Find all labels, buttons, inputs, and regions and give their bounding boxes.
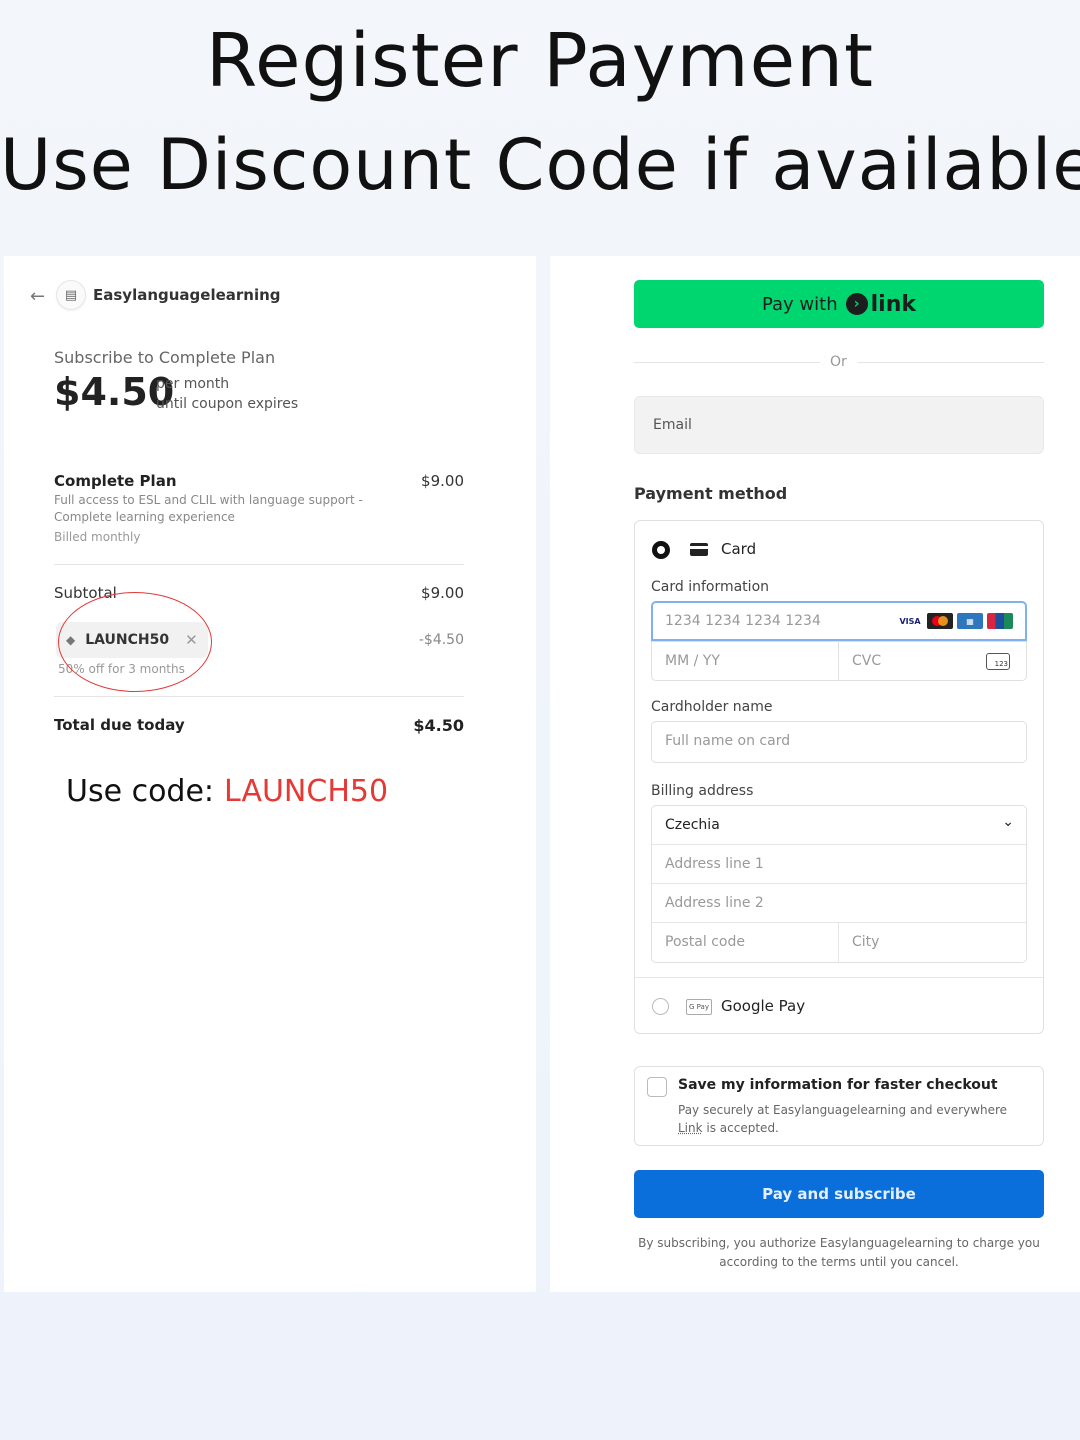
discount-value: -$4.50 <box>418 632 464 648</box>
terms-text: By subscribing, you authorize Easylangua… <box>638 1236 1040 1269</box>
card-number-input[interactable]: 1234 1234 1234 1234 VISA ▦ <box>651 601 1027 641</box>
line-item-description: Full access to ESL and CLIL with languag… <box>54 493 363 524</box>
country-select[interactable]: Czechia ⌄ <box>652 806 1026 845</box>
amex-icon: ▦ <box>957 613 983 629</box>
total-label: Total due today <box>54 716 185 734</box>
billing-label: Billing address <box>651 783 754 799</box>
subscribe-label: Subscribe to Complete Plan <box>54 348 276 367</box>
or-text: Or <box>830 354 847 370</box>
promo-label: Use code: <box>66 774 215 809</box>
card-brands: VISA ▦ <box>897 613 1013 629</box>
price-period: per month until coupon expires <box>156 374 298 414</box>
google-pay-label[interactable]: Google Pay <box>721 997 805 1015</box>
chevron-down-icon: ⌄ <box>1002 814 1014 830</box>
divider <box>54 696 464 697</box>
order-summary-panel: ← ▤ Easylanguagelearning Subscribe to Co… <box>4 256 536 1292</box>
google-pay-radio[interactable] <box>652 998 669 1015</box>
divider <box>838 923 839 962</box>
address-line2-input[interactable]: Address line 2 <box>652 884 1026 923</box>
email-field[interactable]: Email <box>634 396 1044 454</box>
address-line1-input[interactable]: Address line 1 <box>652 845 1026 884</box>
link-button-prefix: Pay with <box>761 293 838 315</box>
card-option-label[interactable]: Card <box>721 540 756 558</box>
cardholder-label: Cardholder name <box>651 699 773 715</box>
save-desc-text: Pay securely at Easylanguagelearning and… <box>678 1103 1008 1117</box>
arrow-right-icon: › <box>845 293 868 315</box>
cvc-placeholder: CVC <box>852 653 882 669</box>
credit-card-icon <box>690 543 708 556</box>
total-value: $4.50 <box>413 716 464 735</box>
address1-placeholder: Address line 1 <box>665 856 764 872</box>
cvc-card-icon: 123 <box>986 653 1010 670</box>
promo-callout: Use code: LAUNCH50 <box>66 774 388 809</box>
pay-with-link-button[interactable]: Pay with › link <box>634 280 1044 328</box>
expiry-input[interactable]: MM / YY <box>651 641 839 681</box>
page-subtitle: Use Discount Code if available <box>0 124 1080 206</box>
postal-code-input[interactable]: Postal code <box>665 934 745 950</box>
card-number-placeholder: 1234 1234 1234 1234 <box>665 613 821 629</box>
payment-panel: Pay with › link Or Email Payment method C… <box>550 256 1080 1292</box>
until-text: until coupon expires <box>156 396 299 412</box>
cardholder-input[interactable]: Full name on card <box>651 721 1027 763</box>
save-info-description: Pay securely at Easylanguagelearning and… <box>678 1101 1018 1137</box>
mastercard-icon <box>927 613 953 629</box>
highlight-circle <box>58 592 212 692</box>
line-item-name: Complete Plan <box>54 472 177 490</box>
email-label: Email <box>653 417 692 433</box>
address2-placeholder: Address line 2 <box>665 895 764 911</box>
save-info-title: Save my information for faster checkout <box>678 1077 998 1093</box>
pay-and-subscribe-button[interactable]: Pay and subscribe <box>634 1170 1044 1218</box>
save-desc-suffix: is accepted. <box>706 1121 779 1135</box>
arrow-left-icon[interactable]: ← <box>30 286 45 307</box>
country-value: Czechia <box>665 817 720 833</box>
cardholder-placeholder: Full name on card <box>665 733 791 749</box>
subtotal-value: $9.00 <box>421 584 464 602</box>
card-radio[interactable] <box>652 541 670 559</box>
line-item-price: $9.00 <box>421 472 464 490</box>
divider <box>635 977 1043 978</box>
payment-method-title: Payment method <box>634 484 788 503</box>
postal-city-row: Postal code City <box>652 923 1026 962</box>
google-pay-icon: G Pay <box>686 999 712 1015</box>
unionpay-icon <box>987 613 1013 629</box>
merchant-name: Easylanguagelearning <box>93 286 281 304</box>
link-brand: link <box>870 291 916 317</box>
page-title: Register Payment <box>205 18 875 104</box>
email-input[interactable] <box>705 398 1043 452</box>
payment-method-box: Card Card information 1234 1234 1234 123… <box>634 520 1044 1034</box>
divider <box>54 564 464 565</box>
save-info-checkbox[interactable] <box>647 1077 667 1097</box>
or-divider <box>858 362 1044 363</box>
cvc-input[interactable]: CVC 123 <box>838 641 1027 681</box>
promo-code: LAUNCH50 <box>224 774 389 809</box>
link-logo: › link <box>845 291 916 317</box>
save-info-box: Save my information for faster checkout … <box>634 1066 1044 1146</box>
city-input[interactable]: City <box>852 934 879 950</box>
link-info-link[interactable]: Link <box>678 1121 703 1135</box>
billing-address-group: Czechia ⌄ Address line 1 Address line 2 … <box>651 805 1027 963</box>
expiry-placeholder: MM / YY <box>665 653 720 669</box>
card-info-label: Card information <box>651 579 770 595</box>
per-month-text: per month <box>156 376 230 392</box>
store-icon: ▤ <box>56 280 86 310</box>
line-item-billing: Billed monthly <box>54 530 141 544</box>
or-divider <box>634 362 820 363</box>
visa-icon: VISA <box>897 613 923 629</box>
